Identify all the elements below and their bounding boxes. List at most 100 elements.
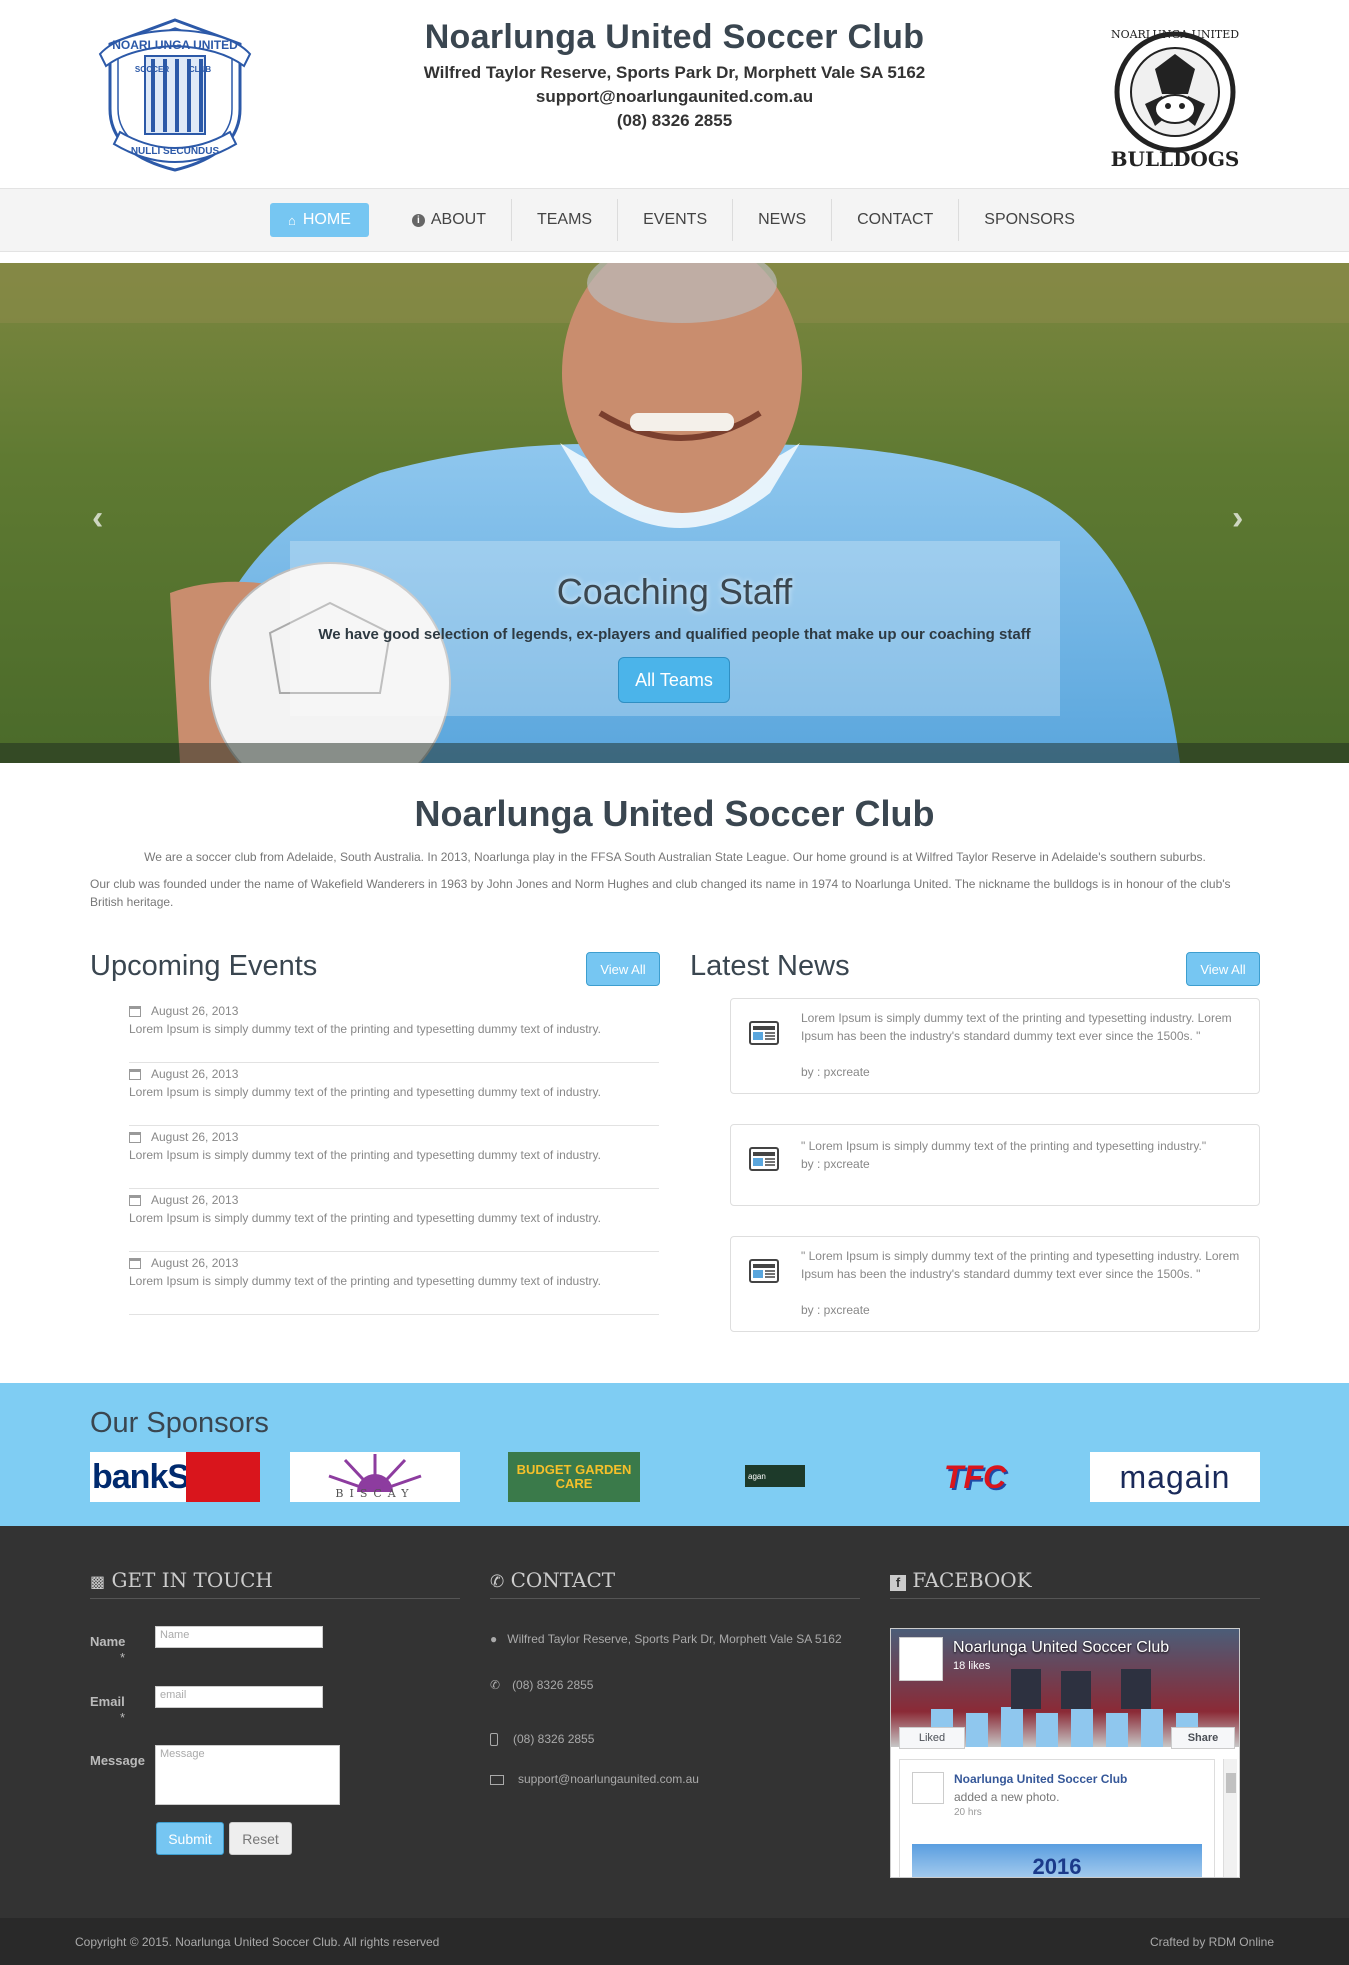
intro-title: Noarlunga United Soccer Club [414, 793, 935, 834]
nav-item-label: NEWS [758, 211, 807, 228]
contact-email-text[interactable]: support@noarlungaunited.com.au [518, 1772, 699, 1786]
fb-post[interactable]: Noarlunga United Soccer Club added a new… [899, 1759, 1215, 1878]
event-date: August 26, 2013 [151, 1193, 239, 1207]
sponsor-logo-agan[interactable]: agan [745, 1465, 805, 1487]
events-list: August 26, 2013 Lorem Ipsum is simply du… [129, 1000, 659, 1315]
club-crest-logo[interactable]: NOARLUNGA UNITED SOCCER CLUB NULLI SECUN… [90, 14, 260, 174]
nav-item-events[interactable]: EVENTS [618, 199, 734, 241]
sponsor-logo-text: TFC [943, 1458, 1007, 1495]
crafted-by-link[interactable]: Crafted by RDM Online [1150, 1935, 1274, 1949]
event-item[interactable]: August 26, 2013 Lorem Ipsum is simply du… [129, 1000, 659, 1063]
nav-item-news[interactable]: NEWS [733, 199, 833, 241]
site-title[interactable]: Noarlunga United Soccer Club [300, 18, 1049, 57]
bottom-bar: Copyright © 2015. Noarlunga United Socce… [0, 1918, 1349, 1965]
event-text: Lorem Ipsum is simply dummy text of the … [129, 1211, 601, 1225]
chevron-left-icon[interactable]: ‹ [92, 499, 103, 538]
sponsor-logo-budget-garden-care[interactable]: BUDGET GARDEN CARE [508, 1452, 640, 1502]
nav-item-contact[interactable]: CONTACT [832, 199, 960, 241]
nav-item-teams[interactable]: TEAMS [512, 199, 619, 241]
event-text: Lorem Ipsum is simply dummy text of the … [129, 1085, 601, 1099]
events-view-all-button[interactable]: View All [586, 952, 660, 986]
fb-share-button[interactable]: Share [1171, 1727, 1235, 1749]
intro-paragraph-1: We are a soccer club from Adelaide, Sout… [144, 850, 1206, 864]
news-item[interactable]: " Lorem Ipsum is simply dummy text of th… [730, 1124, 1260, 1206]
contact-address-text: Wilfred Taylor Reserve, Sports Park Dr, … [507, 1632, 842, 1646]
envelope-icon [490, 1774, 504, 1785]
nav-item-label: TEAMS [536, 211, 593, 228]
hero-subtitle: We have good selection of legends, ex-pl… [318, 626, 1031, 643]
info-icon: i [411, 213, 425, 227]
news-item[interactable]: Lorem Ipsum is simply dummy text of the … [730, 998, 1260, 1094]
nav-item-sponsors[interactable]: SPONSORS [959, 199, 1100, 241]
fb-post-action: added a new photo. [954, 1790, 1060, 1804]
nav-item-label: HOME [302, 211, 351, 228]
contact-email[interactable]: support@noarlungaunited.com.au [490, 1770, 699, 1788]
email-field[interactable]: email [155, 1686, 323, 1708]
news-author: by : pxcreate [801, 1065, 870, 1079]
svg-text:NULLI SECUNDUS: NULLI SECUNDUS [131, 146, 220, 157]
fb-scrollbar[interactable] [1223, 1759, 1237, 1877]
event-item[interactable]: August 26, 2013 Lorem Ipsum is simply du… [129, 1252, 659, 1315]
fb-post-image-text: 2016 [1032, 1854, 1082, 1878]
sunburst-icon [328, 1454, 422, 1492]
main-nav: ⌂ HOME i ABOUT TEAMS EVENTS NEWS CONTACT… [0, 188, 1349, 252]
bulldogs-logo[interactable]: NOARLUNGA UNITED BULLDOGS [1100, 14, 1250, 174]
contact-heading: ✆ CONTACT [490, 1568, 615, 1592]
contact-label: CONTACT [510, 1568, 616, 1592]
submit-button[interactable]: Submit [156, 1822, 224, 1855]
sponsor-logo-tfc[interactable]: TFC [930, 1452, 1020, 1502]
newspaper-icon [749, 1259, 779, 1283]
fb-post-avatar [912, 1772, 944, 1804]
calendar-icon [129, 1194, 141, 1206]
news-text: " Lorem Ipsum is simply dummy text of th… [801, 1249, 1240, 1281]
header-email[interactable]: support@noarlungaunited.com.au [300, 87, 1049, 107]
newspaper-icon [749, 1147, 779, 1171]
fb-liked-button[interactable]: Liked [899, 1727, 965, 1749]
sponsor-logo-biscay[interactable]: BISCAY [290, 1452, 460, 1502]
hero-carousel[interactable]: Coaching Staff We have good selection of… [0, 263, 1349, 763]
calendar-icon [129, 1131, 141, 1143]
nav-item-about[interactable]: i ABOUT [387, 199, 512, 241]
fb-likes: 18 likes [953, 1660, 991, 1672]
message-label: Message [90, 1753, 145, 1768]
site-header: NOARLUNGA UNITED SOCCER CLUB NULLI SECUN… [0, 0, 1349, 188]
news-item[interactable]: " Lorem Ipsum is simply dummy text of th… [730, 1236, 1260, 1332]
event-item[interactable]: August 26, 2013 Lorem Ipsum is simply du… [129, 1189, 659, 1252]
required-mark: * [120, 1710, 126, 1725]
contact-phone-text: (08) 8326 2855 [512, 1678, 594, 1692]
header-info: Noarlunga United Soccer Club Wilfred Tay… [300, 18, 1049, 131]
event-item[interactable]: August 26, 2013 Lorem Ipsum is simply du… [129, 1063, 659, 1126]
divider [90, 1598, 460, 1599]
fb-page-avatar[interactable] [899, 1637, 943, 1681]
reset-button[interactable]: Reset [229, 1822, 292, 1855]
facebook-widget[interactable]: Noarlunga United Soccer Club 18 likes Li… [890, 1628, 1240, 1878]
nav-item-label: ABOUT [430, 211, 486, 228]
fb-page-name[interactable]: Noarlunga United Soccer Club [953, 1639, 1169, 1657]
copyright-text: Copyright © 2015. Noarlunga United Socce… [75, 1935, 440, 1949]
contact-mobile: (08) 8326 2855 [490, 1730, 594, 1748]
sponsor-logo-magain[interactable]: magain [1090, 1452, 1260, 1502]
all-teams-button[interactable]: All Teams [618, 657, 730, 703]
svg-text:NOARLUNGA UNITED: NOARLUNGA UNITED [112, 38, 238, 52]
newspaper-icon [749, 1021, 779, 1045]
event-text: Lorem Ipsum is simply dummy text of the … [129, 1022, 601, 1036]
chevron-right-icon[interactable]: › [1232, 499, 1243, 538]
news-text: Lorem Ipsum is simply dummy text of the … [801, 1011, 1232, 1043]
event-item[interactable]: August 26, 2013 Lorem Ipsum is simply du… [129, 1126, 659, 1189]
news-view-all-button[interactable]: View All [1186, 952, 1260, 986]
divider [490, 1598, 860, 1599]
intro-paragraph-2: Our club was founded under the name of W… [90, 877, 1231, 909]
required-mark: * [120, 1650, 126, 1665]
name-field[interactable]: Name [155, 1626, 323, 1648]
event-date: August 26, 2013 [151, 1130, 239, 1144]
fb-post-author[interactable]: Noarlunga United Soccer Club [954, 1772, 1127, 1786]
fb-scrollbar-thumb[interactable] [1226, 1773, 1236, 1793]
fb-post-time: 20 hrs [954, 1807, 982, 1818]
header-phone: (08) 8326 2855 [616, 111, 733, 130]
message-textarea[interactable]: Message [155, 1745, 340, 1805]
sponsor-logo-text: BISCAY [335, 1487, 415, 1500]
nav-item-home[interactable]: ⌂ HOME [270, 203, 369, 237]
svg-text:CLUB: CLUB [189, 65, 211, 74]
sponsor-logo-banksa[interactable]: bankSA [90, 1452, 260, 1502]
facebook-heading: f FACEBOOK [890, 1568, 1032, 1592]
